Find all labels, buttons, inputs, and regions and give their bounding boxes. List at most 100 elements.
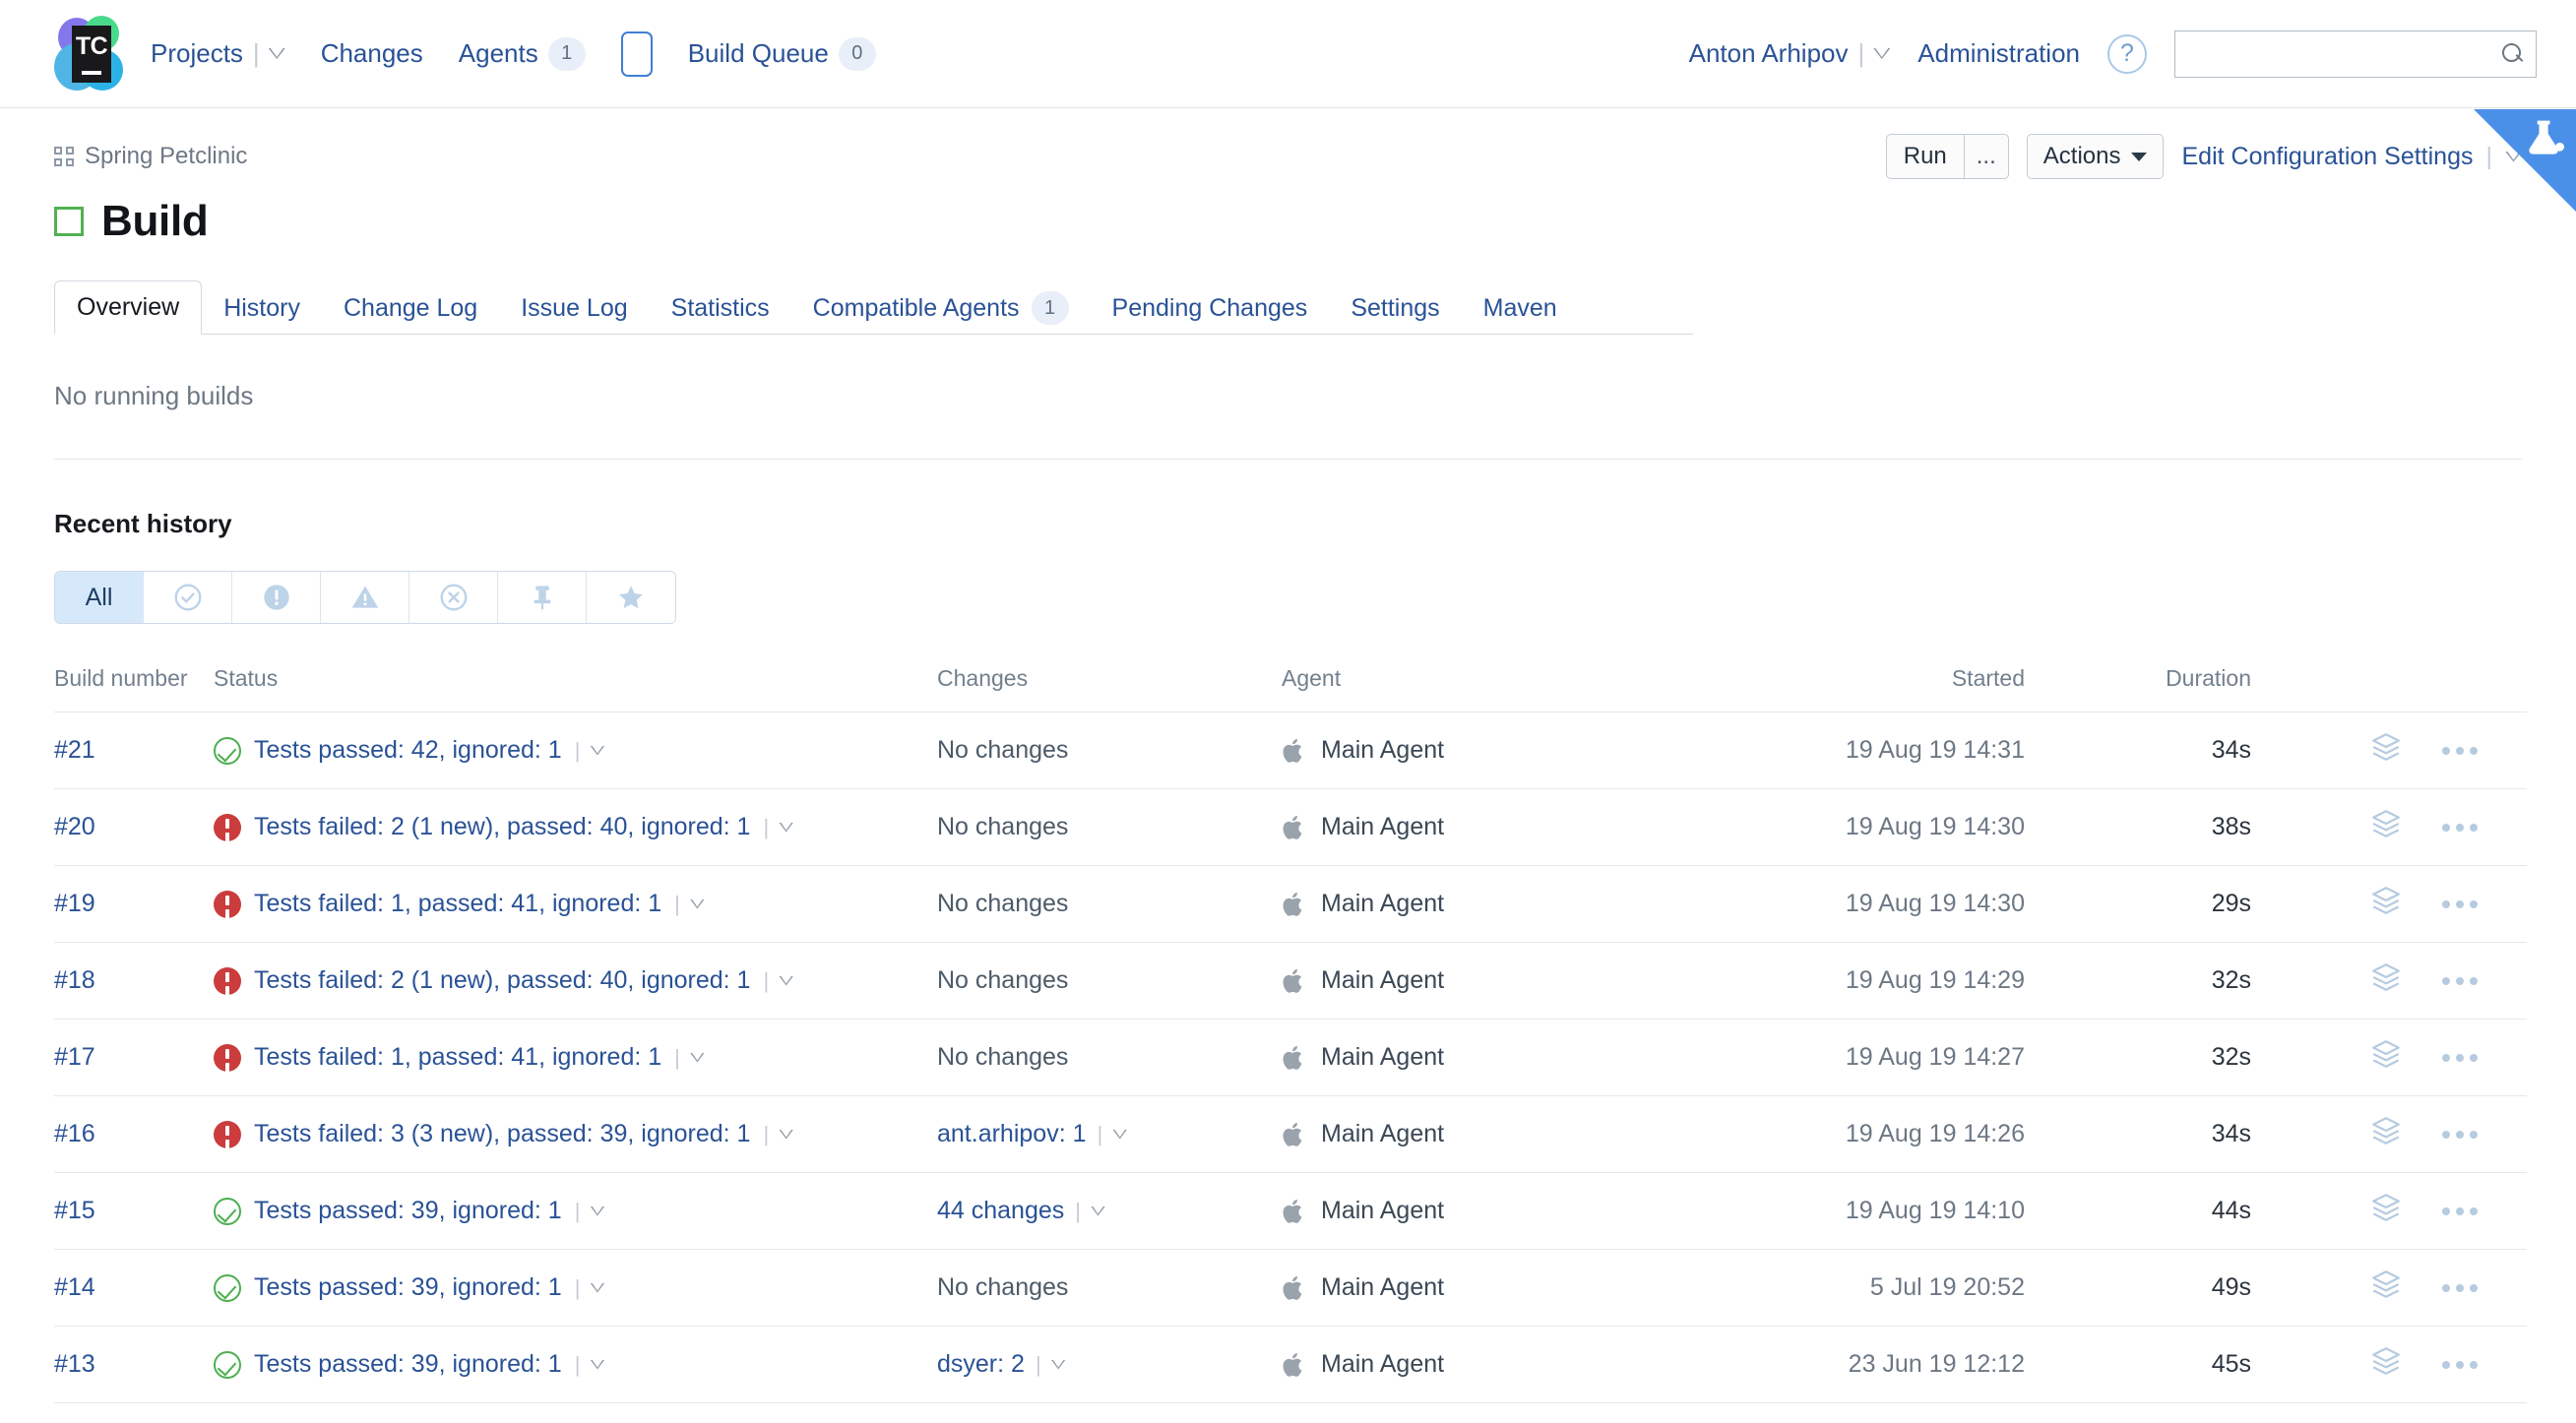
more-options-button[interactable]	[2442, 1053, 2478, 1062]
breadcrumb[interactable]: Spring Petclinic	[54, 143, 247, 170]
build-number-link[interactable]: #17	[54, 1043, 95, 1071]
status-dropdown-toggle[interactable]: |	[763, 1122, 793, 1147]
more-options-button[interactable]	[2442, 746, 2478, 755]
tab-maven[interactable]: Maven	[1462, 281, 1579, 335]
chevron-down-icon[interactable]	[690, 899, 705, 909]
tab-statistics[interactable]: Statistics	[650, 281, 791, 335]
more-options-button[interactable]	[2442, 1283, 2478, 1292]
build-status-link[interactable]: Tests passed: 39, ignored: 1	[254, 1197, 562, 1225]
tab-issue-log[interactable]: Issue Log	[499, 281, 649, 335]
artifacts-button[interactable]	[2369, 884, 2403, 924]
build-status-link[interactable]: Tests failed: 3 (3 new), passed: 39, ign…	[254, 1120, 750, 1148]
x-circle-icon	[440, 584, 467, 611]
build-number-link[interactable]: #19	[54, 890, 95, 917]
teamcity-logo[interactable]: TC	[54, 15, 127, 93]
search-input[interactable]	[2187, 40, 2502, 67]
build-number-link[interactable]: #15	[54, 1197, 95, 1224]
chevron-down-icon[interactable]	[1051, 1360, 1066, 1370]
chevron-down-icon[interactable]	[779, 823, 793, 833]
more-options-button[interactable]	[2442, 1206, 2478, 1215]
status-dropdown-toggle[interactable]: |	[575, 1352, 605, 1378]
failed-filter[interactable]	[232, 572, 321, 623]
user-menu[interactable]: Anton Arhipov |	[1689, 38, 1891, 69]
status-dropdown-toggle[interactable]: |	[674, 892, 705, 917]
nav-item-agents[interactable]: Agents 1	[459, 36, 586, 71]
tab-settings[interactable]: Settings	[1329, 281, 1461, 335]
build-status-link[interactable]: Tests passed: 42, ignored: 1	[254, 736, 562, 765]
build-number-link[interactable]: #13	[54, 1350, 95, 1378]
more-options-button[interactable]	[2442, 899, 2478, 908]
agents-panel-toggle[interactable]	[620, 31, 653, 77]
changes-dropdown-toggle[interactable]: |	[1075, 1199, 1105, 1224]
chevron-down-icon[interactable]	[590, 1206, 604, 1216]
status-dropdown-toggle[interactable]: |	[763, 815, 793, 840]
successful-filter[interactable]	[144, 572, 232, 623]
status-dropdown-toggle[interactable]: |	[674, 1045, 705, 1071]
nav-item-changes[interactable]: Changes	[321, 38, 423, 69]
changes-link[interactable]: dsyer: 2	[937, 1350, 1025, 1379]
actions-button[interactable]: Actions	[2026, 134, 2165, 179]
chevron-down-icon[interactable]	[590, 1360, 604, 1370]
edit-configuration-settings-link[interactable]: Edit Configuration Settings |	[2181, 143, 2522, 171]
changes-dropdown-toggle[interactable]: |	[1098, 1122, 1128, 1147]
build-number-link[interactable]: #18	[54, 966, 95, 994]
artifacts-button[interactable]	[2369, 1268, 2403, 1308]
cancelled-filter[interactable]	[409, 572, 498, 623]
more-options-button[interactable]	[2442, 1360, 2478, 1369]
tab-change-log[interactable]: Change Log	[322, 281, 499, 335]
changes-link[interactable]: ant.arhipov: 1	[937, 1120, 1087, 1148]
more-options-button[interactable]	[2442, 1130, 2478, 1139]
pinned-filter[interactable]	[498, 572, 587, 623]
status-dropdown-toggle[interactable]: |	[575, 738, 605, 764]
tab-pending-changes[interactable]: Pending Changes	[1091, 281, 1330, 335]
build-number-link[interactable]: #21	[54, 736, 95, 764]
build-number-link[interactable]: #16	[54, 1120, 95, 1147]
more-options-button[interactable]	[2442, 976, 2478, 985]
build-status-link[interactable]: Tests passed: 39, ignored: 1	[254, 1273, 562, 1302]
user-dropdown-toggle[interactable]: |	[1858, 38, 1891, 69]
chevron-down-icon[interactable]	[1091, 1206, 1105, 1216]
artifacts-button[interactable]	[2369, 1191, 2403, 1231]
chevron-down-icon[interactable]	[779, 1130, 793, 1140]
status-dropdown-toggle[interactable]: |	[575, 1199, 605, 1224]
build-status-link[interactable]: Tests failed: 1, passed: 41, ignored: 1	[254, 890, 661, 918]
chevron-down-icon[interactable]	[690, 1053, 705, 1063]
all-filter[interactable]: All	[55, 572, 144, 623]
status-dropdown-toggle[interactable]: |	[575, 1275, 605, 1301]
build-number-link[interactable]: #20	[54, 813, 95, 840]
artifacts-button[interactable]	[2369, 1114, 2403, 1154]
artifacts-icon	[2372, 887, 2400, 914]
artifacts-button[interactable]	[2369, 1037, 2403, 1078]
run-options-button[interactable]: ...	[1963, 135, 2008, 178]
tagged-filter[interactable]	[587, 572, 675, 623]
tab-history[interactable]: History	[202, 281, 322, 335]
warning-filter[interactable]	[321, 572, 409, 623]
artifacts-button[interactable]	[2369, 960, 2403, 1001]
chevron-down-icon[interactable]	[590, 1283, 604, 1293]
nav-item-projects[interactable]: Projects |	[151, 38, 285, 69]
build-status-link[interactable]: Tests failed: 2 (1 new), passed: 40, ign…	[254, 966, 750, 995]
artifacts-button[interactable]	[2369, 807, 2403, 847]
search-box[interactable]	[2174, 30, 2537, 78]
build-number-link[interactable]: #14	[54, 1273, 95, 1301]
changes-dropdown-toggle[interactable]: |	[1036, 1352, 1066, 1378]
artifacts-button[interactable]	[2369, 1344, 2403, 1385]
chevron-down-icon[interactable]	[1112, 1130, 1127, 1140]
tab-compatible-agents[interactable]: Compatible Agents 1	[791, 281, 1091, 335]
build-status-link[interactable]: Tests failed: 1, passed: 41, ignored: 1	[254, 1043, 661, 1072]
chevron-down-icon[interactable]	[779, 976, 793, 986]
run-button[interactable]: Run ...	[1885, 134, 2009, 179]
help-icon[interactable]: ?	[2107, 33, 2147, 74]
build-status-link[interactable]: Tests passed: 39, ignored: 1	[254, 1350, 562, 1379]
experimental-ui-ribbon[interactable]	[2474, 109, 2576, 212]
changes-link[interactable]: 44 changes	[937, 1197, 1064, 1225]
chevron-down-icon[interactable]	[590, 746, 604, 756]
nav-item-build-queue[interactable]: Build Queue 0	[688, 36, 876, 71]
tab-overview[interactable]: Overview	[54, 280, 203, 335]
nav-item-administration[interactable]: Administration	[1917, 38, 2080, 69]
more-options-button[interactable]	[2442, 823, 2478, 832]
build-status-link[interactable]: Tests failed: 2 (1 new), passed: 40, ign…	[254, 813, 750, 841]
artifacts-button[interactable]	[2369, 730, 2403, 771]
projects-dropdown-toggle[interactable]: |	[253, 38, 285, 69]
status-dropdown-toggle[interactable]: |	[763, 968, 793, 994]
